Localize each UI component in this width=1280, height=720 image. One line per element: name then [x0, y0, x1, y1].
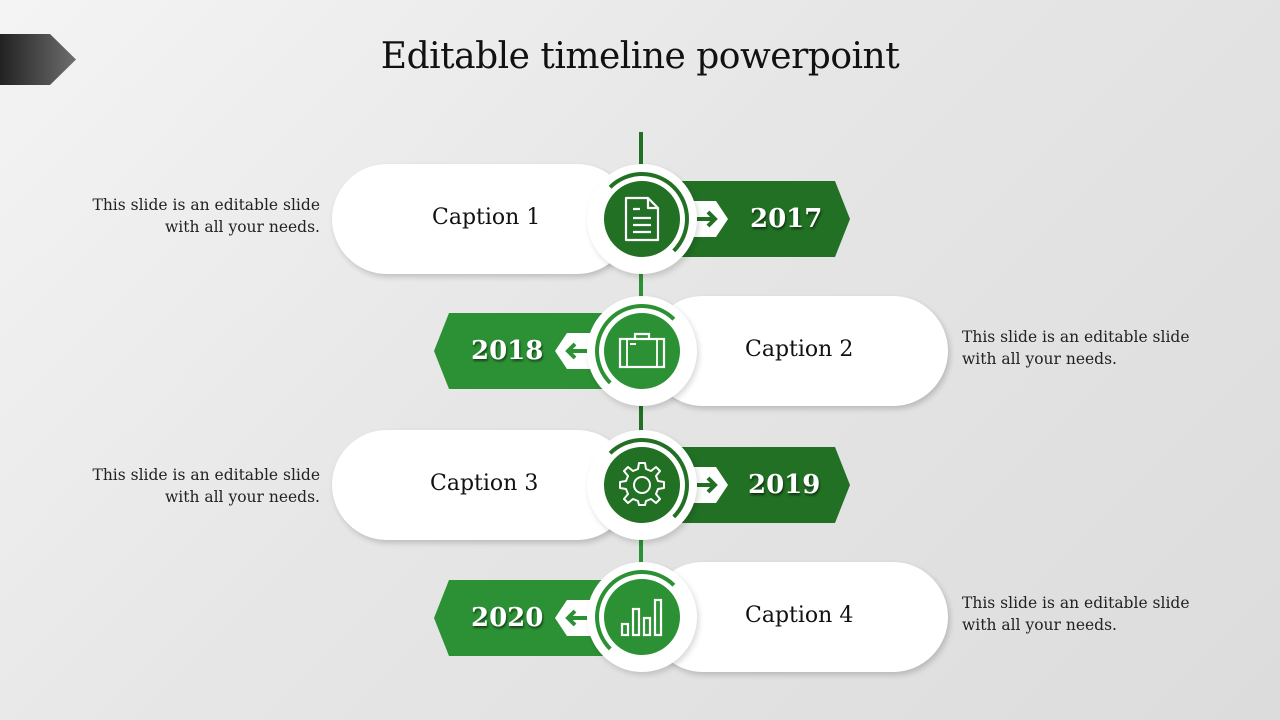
step-description: This slide is an editable slide with all… [962, 594, 1190, 634]
document-icon [624, 196, 660, 242]
bar-chart-icon [620, 598, 663, 637]
caption-label: Caption 3 [430, 471, 539, 496]
step-description: This slide is an editable slide with all… [92, 466, 320, 506]
icon-badge [604, 313, 680, 389]
step-description: This slide is an editable slide with all… [962, 328, 1190, 368]
step-description: This slide is an editable slide with all… [92, 196, 320, 236]
briefcase-icon [618, 332, 666, 369]
year-label: 2020 [471, 603, 544, 633]
caption-label: Caption 4 [745, 603, 854, 628]
timeline: 2017 Caption 1 This slide is an editable… [0, 0, 1280, 720]
year-label: 2019 [748, 470, 821, 500]
caption-label: Caption 2 [745, 337, 854, 362]
year-label: 2017 [750, 204, 823, 234]
caption-label: Caption 1 [432, 205, 541, 230]
icon-badge [604, 579, 680, 655]
year-label: 2018 [471, 336, 544, 366]
icon-badge [604, 181, 680, 257]
icon-badge [604, 447, 680, 523]
gear-icon [619, 462, 665, 506]
